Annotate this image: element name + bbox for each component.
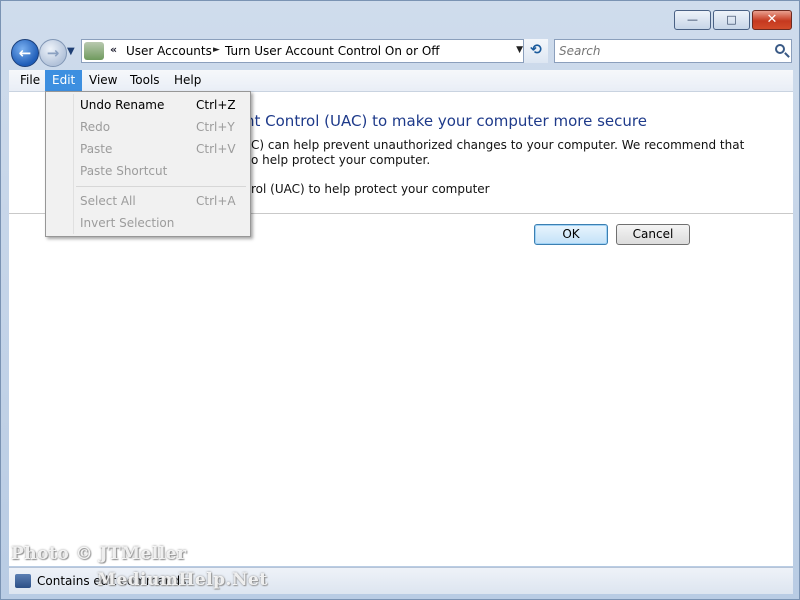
menu-item-label: Redo <box>80 120 111 134</box>
menu-item-label: Paste Shortcut <box>80 164 168 178</box>
watermark-line-1: Photo © JTMeller <box>11 544 187 564</box>
minimize-button[interactable]: — <box>674 10 711 30</box>
search-icon[interactable] <box>775 44 785 54</box>
page-title: nt Control (UAC) to make your computer m… <box>245 112 647 130</box>
forward-arrow-icon: → <box>46 44 60 62</box>
menu-item-label: Paste <box>80 142 113 156</box>
menu-item-label: Invert Selection <box>80 216 175 230</box>
menu-item-invert-selection[interactable]: Invert Selection <box>46 212 250 234</box>
menu-item-shortcut: Ctrl+Z <box>196 98 236 112</box>
back-button[interactable]: ← <box>11 39 39 67</box>
address-dropdown-icon[interactable]: ▼ <box>516 45 523 55</box>
menu-item-label: Undo Rename <box>80 98 165 112</box>
refresh-button[interactable]: ⟲ <box>523 39 548 63</box>
menu-item-shortcut: Ctrl+Y <box>196 120 235 134</box>
close-button[interactable]: ✕ <box>752 10 792 30</box>
edit-menu-dropdown: Undo Rename Ctrl+Z Redo Ctrl+Y Paste Ctr… <box>45 91 251 237</box>
ok-button[interactable]: OK <box>534 224 608 245</box>
search-box[interactable] <box>554 39 792 63</box>
menu-tools[interactable]: Tools <box>123 70 167 91</box>
watermark-line-2: MediumHelp.Net <box>97 570 268 590</box>
title-bar: — □ ✕ <box>1 1 799 35</box>
menu-item-select-all[interactable]: Select All Ctrl+A <box>46 190 250 212</box>
menu-edit[interactable]: Edit <box>45 70 83 91</box>
uac-option-label[interactable]: rol (UAC) to help protect your computer <box>251 182 490 196</box>
address-bar[interactable]: « User Accounts ► Turn User Account Cont… <box>81 39 548 63</box>
search-input[interactable] <box>559 43 759 59</box>
menu-item-redo[interactable]: Redo Ctrl+Y <box>46 116 250 138</box>
menu-bar: File Edit View Tools Help <box>9 70 793 92</box>
forward-button[interactable]: → <box>39 39 67 67</box>
menu-file[interactable]: File <box>13 70 47 91</box>
breadcrumb-turn-uac[interactable]: Turn User Account Control On or Off <box>225 44 440 58</box>
refresh-icon: ⟲ <box>530 42 542 58</box>
breadcrumb-arrow-icon[interactable]: ► <box>213 45 220 55</box>
status-icon <box>15 574 31 588</box>
menu-item-shortcut: Ctrl+V <box>196 142 236 156</box>
description-line-2: o help protect your computer. <box>251 153 431 167</box>
description-line-1: C) can help prevent unauthorized changes… <box>251 138 745 152</box>
menu-item-paste-shortcut[interactable]: Paste Shortcut <box>46 160 250 182</box>
back-arrow-icon: ← <box>18 44 32 62</box>
menu-item-paste[interactable]: Paste Ctrl+V <box>46 138 250 160</box>
menu-view[interactable]: View <box>82 70 124 91</box>
menu-help[interactable]: Help <box>167 70 208 91</box>
menu-item-undo-rename[interactable]: Undo Rename Ctrl+Z <box>46 94 250 116</box>
breadcrumb-user-accounts[interactable]: User Accounts <box>126 44 212 58</box>
menu-item-label: Select All <box>80 194 136 208</box>
recent-pages-dropdown[interactable]: ▼ <box>67 46 75 57</box>
address-overflow-chevron-icon[interactable]: « <box>110 43 117 56</box>
cancel-button[interactable]: Cancel <box>616 224 690 245</box>
explorer-window: — □ ✕ ← → ▼ « User Accounts ► Turn User … <box>0 0 800 600</box>
menu-separator <box>76 186 246 187</box>
menu-item-shortcut: Ctrl+A <box>196 194 236 208</box>
user-accounts-icon <box>84 42 104 60</box>
maximize-button[interactable]: □ <box>713 10 750 30</box>
